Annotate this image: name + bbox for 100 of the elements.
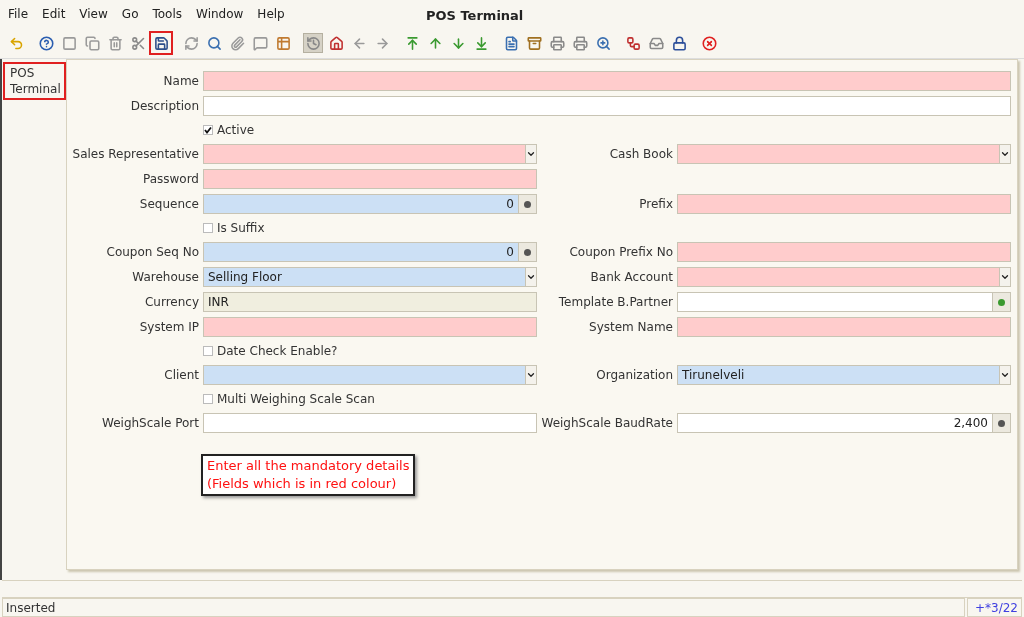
dropdown-field[interactable] <box>203 365 537 385</box>
dropdown-caret-icon[interactable] <box>999 366 1010 384</box>
grid-icon <box>275 35 291 51</box>
status-message: Inserted <box>2 598 965 617</box>
checkbox-label: Active <box>217 122 255 139</box>
dropdown-caret-icon[interactable] <box>999 268 1010 286</box>
help-button[interactable] <box>36 33 56 53</box>
workflow-icon <box>625 35 641 51</box>
sidebar-item[interactable]: POS Terminal <box>3 62 66 100</box>
help-icon <box>38 35 54 51</box>
input-field[interactable]: 0 <box>203 194 537 214</box>
printer-icon <box>549 35 565 51</box>
field-label: Client <box>163 367 199 384</box>
field-label: Prefix <box>638 196 673 213</box>
field-label: System Name <box>588 319 673 336</box>
callout-note: Enter all the mandatory details (Fields which is in red colour) <box>201 454 416 496</box>
report-icon <box>503 35 519 51</box>
input-field[interactable]: 2,400 <box>677 413 1011 433</box>
field-label: System IP <box>138 319 199 336</box>
field-label: Currency <box>143 294 199 311</box>
input-field[interactable] <box>203 169 537 189</box>
input-field[interactable] <box>677 242 1011 262</box>
printer-button[interactable] <box>547 33 567 53</box>
calculator-icon[interactable] <box>518 243 536 261</box>
input-field[interactable] <box>203 317 537 337</box>
save-button[interactable] <box>151 33 171 53</box>
checkbox-box[interactable] <box>203 346 213 356</box>
menu-item[interactable]: Window <box>196 5 244 23</box>
input-field[interactable] <box>677 317 1011 337</box>
printer-icon <box>572 35 588 51</box>
checkbox-label: Multi Weighing Scale Scan <box>217 391 375 408</box>
field-label: Sales Representative <box>71 146 199 163</box>
dropdown-caret-icon[interactable] <box>999 145 1010 163</box>
history-button[interactable] <box>303 33 323 53</box>
dropdown-caret-icon[interactable] <box>525 268 536 286</box>
copy-icon <box>84 35 100 51</box>
paperclip-icon <box>229 35 245 51</box>
dropdown-field[interactable]: Tirunelveli <box>677 365 1011 385</box>
checkbox[interactable]: Active <box>203 121 537 139</box>
undo-icon <box>8 35 24 51</box>
menu-item[interactable]: View <box>79 5 108 23</box>
menu-item[interactable]: Go <box>121 5 139 23</box>
field-label: Warehouse <box>131 269 199 286</box>
inbox-icon <box>648 35 664 51</box>
square-icon <box>61 35 77 51</box>
dropdown-field[interactable] <box>677 144 1011 164</box>
checkbox-box[interactable] <box>203 394 213 404</box>
menu-item[interactable]: Edit <box>42 5 66 23</box>
history-icon <box>305 35 321 51</box>
checkbox[interactable]: Multi Weighing Scale Scan <box>203 390 537 408</box>
menu-item[interactable]: File <box>8 5 29 23</box>
archive-icon <box>526 35 542 51</box>
chat-icon <box>252 35 268 51</box>
checkbox[interactable]: Is Suffix <box>203 219 537 237</box>
field-label: Cash Book <box>608 146 673 163</box>
last-record-icon <box>473 35 489 51</box>
right-arrow-icon <box>374 35 390 51</box>
input-field[interactable] <box>203 413 537 433</box>
input-field[interactable] <box>677 194 1011 214</box>
first-record-icon <box>404 35 420 51</box>
refresh-icon <box>183 35 199 51</box>
dropdown-field[interactable] <box>203 144 537 164</box>
field-label: Password <box>141 171 199 188</box>
checkbox-box[interactable] <box>203 223 213 233</box>
home-icon <box>328 35 344 51</box>
input-field[interactable] <box>677 292 1011 312</box>
field-label: Description <box>129 98 199 115</box>
field-label: Organization <box>595 367 673 384</box>
dropdown-field[interactable]: Selling Floor <box>203 267 537 287</box>
input-field[interactable] <box>203 96 1011 116</box>
input-field[interactable]: 0 <box>203 242 537 262</box>
field-label: Sequence <box>138 196 199 213</box>
menu-item[interactable]: Help <box>257 5 285 23</box>
search-icon <box>206 35 222 51</box>
checkbox-label: Date Check Enable? <box>217 343 338 360</box>
field-label: WeighScale Port <box>101 415 199 432</box>
dropdown-field[interactable] <box>677 267 1011 287</box>
calculator-icon[interactable] <box>518 195 536 213</box>
save-icon <box>153 35 169 51</box>
dropdown-caret-icon[interactable] <box>525 145 536 163</box>
down-arrow-icon <box>450 35 466 51</box>
field-label: Template B.Partner <box>557 294 673 311</box>
checkbox-label: Is Suffix <box>217 220 265 237</box>
field-label: WeighScale BaudRate <box>541 415 673 432</box>
window-title: POS Terminal <box>426 7 524 25</box>
input-field[interactable]: INR <box>203 292 537 312</box>
field-label: Bank Account <box>589 269 673 286</box>
dropdown-caret-icon[interactable] <box>525 366 536 384</box>
calculator-icon[interactable] <box>992 414 1010 432</box>
field-label: Coupon Prefix No <box>568 244 673 261</box>
copy-button[interactable] <box>82 33 102 53</box>
menu-item[interactable]: Tools <box>152 5 183 23</box>
close-button[interactable] <box>699 33 719 53</box>
close-icon <box>701 35 717 51</box>
field-label: Coupon Seq No <box>105 244 199 261</box>
printer-button[interactable] <box>570 33 590 53</box>
lookup-icon[interactable] <box>992 293 1010 311</box>
input-field[interactable] <box>203 71 1011 91</box>
checkbox[interactable]: Date Check Enable? <box>203 342 537 360</box>
checkbox-box[interactable] <box>203 125 213 135</box>
